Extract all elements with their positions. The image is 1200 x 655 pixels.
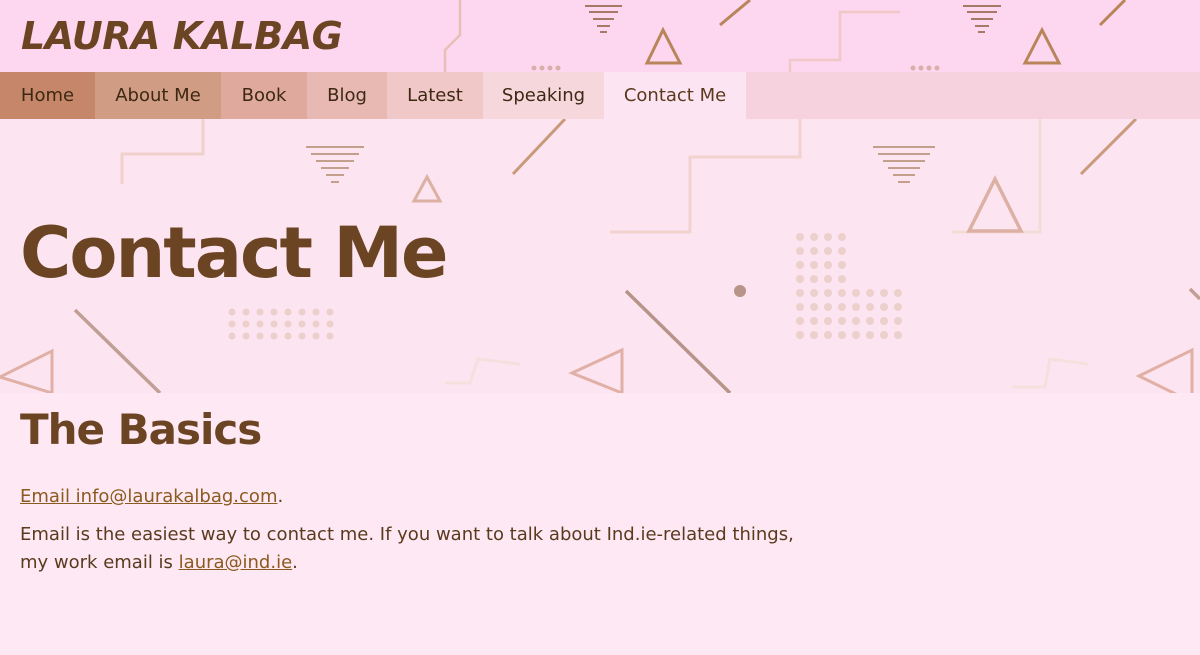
nav-item-about-me[interactable]: About Me bbox=[95, 72, 221, 119]
nav-item-book[interactable]: Book bbox=[221, 72, 307, 119]
email-link[interactable]: Email info@laurakalbag.com bbox=[20, 486, 277, 507]
page: LAURA KALBAG Home About Me Book Blog Lat… bbox=[0, 0, 1200, 655]
nav-item-contact-me[interactable]: Contact Me bbox=[604, 72, 746, 119]
page-title: Contact Me bbox=[20, 211, 455, 295]
nav-item-speaking[interactable]: Speaking bbox=[483, 72, 604, 119]
main-nav: Home About Me Book Blog Latest Speaking … bbox=[0, 72, 1200, 119]
contact-paragraph-text: Email is the easiest way to contact me. … bbox=[20, 524, 794, 573]
main-content: The Basics Email info@laurakalbag.com. E… bbox=[0, 393, 1200, 655]
nav-item-latest[interactable]: Latest bbox=[387, 72, 483, 119]
email-suffix: . bbox=[277, 486, 284, 507]
contact-paragraph: Email is the easiest way to contact me. … bbox=[20, 521, 800, 577]
nav-item-home[interactable]: Home bbox=[0, 72, 95, 119]
section-heading-basics: The Basics bbox=[20, 405, 262, 454]
site-title-link[interactable]: LAURA KALBAG bbox=[21, 10, 343, 62]
contact-paragraph-suffix: . bbox=[292, 552, 298, 573]
email-paragraph: Email info@laurakalbag.com. bbox=[20, 483, 800, 511]
site-header: LAURA KALBAG bbox=[0, 0, 1200, 72]
hero-banner: Contact Me bbox=[0, 119, 1200, 393]
work-email-link[interactable]: laura@ind.ie bbox=[179, 552, 293, 573]
nav-item-blog[interactable]: Blog bbox=[307, 72, 387, 119]
